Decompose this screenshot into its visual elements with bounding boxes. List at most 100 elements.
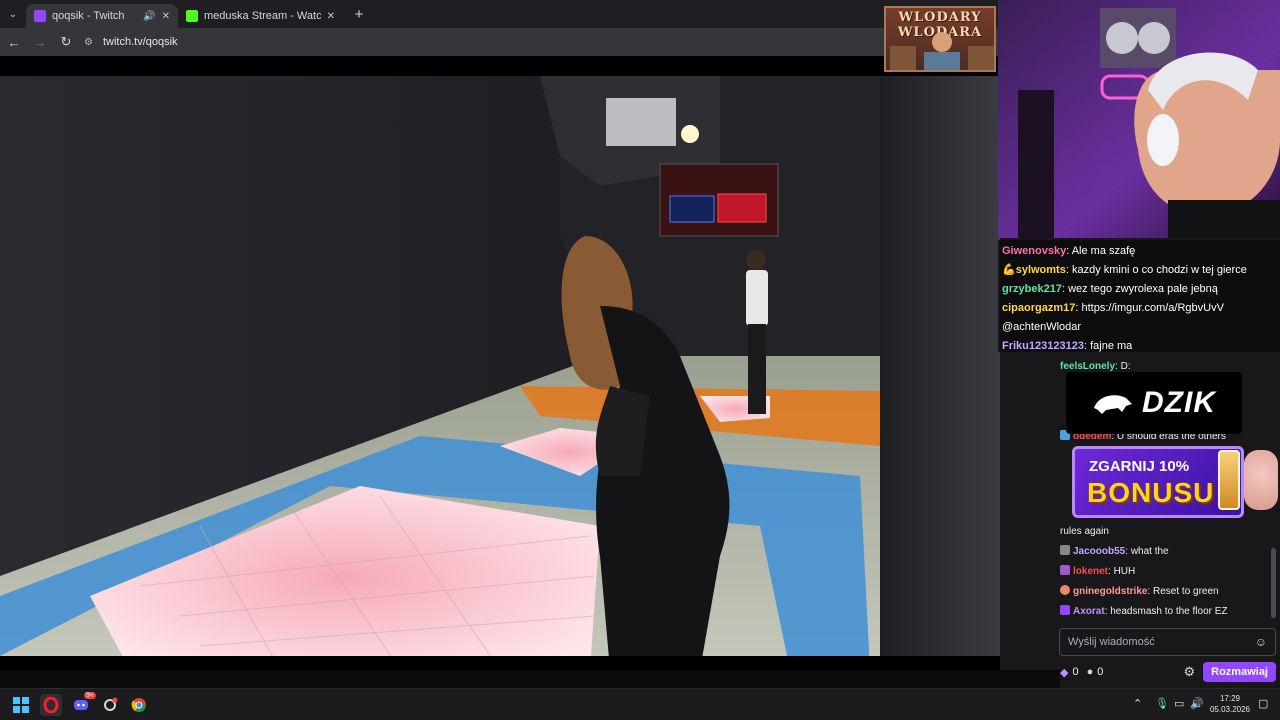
ceiling-vent [606, 98, 676, 146]
overlay-chat-user: cipaorgazm17 [1002, 302, 1076, 314]
bits-icon: ◆ [1060, 666, 1069, 679]
tab-kick[interactable]: meduska Stream - Watch Live o ✕ [178, 4, 343, 28]
close-tab-icon[interactable]: ✕ [162, 11, 170, 22]
browser-toolbar: ← → ↻ ⚙ twitch.tv/qoqsik [0, 28, 1000, 56]
kick-favicon-icon [186, 10, 198, 22]
network-icon[interactable]: ▭ [1174, 697, 1184, 710]
letterbox-top [0, 56, 1000, 76]
clock-date: 05.03.2026 [1209, 705, 1251, 714]
chat-text: Reset to green [1153, 586, 1219, 597]
site-settings-icon[interactable]: ⚙ [84, 37, 93, 48]
microphone-icon[interactable]: 🎙 [1155, 697, 1169, 710]
overlay-chat-line: Giwenovsky: Ale ma szafę [1002, 245, 1136, 257]
chat-text: headsmash to the floor EZ [1110, 606, 1228, 617]
overlay-chat-text: wez tego zwyrolexa pale jebną [1068, 283, 1218, 295]
chat-settings-gear-icon[interactable]: ⚙ [1183, 664, 1195, 680]
shirt [1168, 200, 1280, 238]
chat-message[interactable]: Jacooob55: what the [1060, 545, 1169, 559]
chrome-icon[interactable] [128, 694, 150, 716]
chat-footer: ◆ 0 ● 0 ⚙ Rozmawiaj [1060, 660, 1276, 684]
chat-username[interactable]: Axorat [1073, 606, 1105, 617]
beer-bottle-icon [1218, 450, 1240, 510]
ceiling-light [681, 125, 699, 143]
tab-title: meduska Stream - Watch Live o [204, 10, 321, 22]
chat-send-button[interactable]: Rozmawiaj [1203, 662, 1276, 682]
chat-text: rules again [1060, 526, 1109, 537]
chat-message[interactable]: Axorat: headsmash to the floor EZ [1060, 605, 1228, 619]
volume-icon[interactable]: 🔊 [1190, 697, 1204, 710]
muscle-emoji-icon: 💪 [1002, 264, 1016, 276]
stream-video[interactable] [0, 56, 1000, 670]
chat-message[interactable]: lokenet: HUH [1060, 565, 1135, 579]
new-tab-button[interactable]: + [347, 2, 371, 26]
chat-username[interactable]: gninegoldstrike [1073, 586, 1147, 597]
chat-text: D: [1120, 361, 1131, 372]
forward-arrow-icon[interactable]: → [28, 30, 52, 54]
overlay-chat-line: 💪sylwomts: kazdy kmini o co chodzi w tej… [1002, 264, 1247, 276]
browser-tabbar: ⌄ qoqsik - Twitch 🔊 ✕ meduska Stream - W… [0, 0, 1000, 28]
screen: ⌄ qoqsik - Twitch 🔊 ✕ meduska Stream - W… [0, 0, 1280, 720]
overlay-chat-user: sylwomts [1015, 264, 1066, 276]
back-arrow-icon[interactable]: ← [2, 30, 26, 54]
player-bottom-strip [0, 670, 1060, 688]
windows-start-icon[interactable] [10, 694, 32, 716]
windows-taskbar: 9+ ⌃ 🎙 ▭ 🔊 17:29 05.03.2026 ▢ [0, 688, 1280, 720]
clock-time: 17:29 [1219, 694, 1241, 703]
chat-username[interactable]: feelsLonely [1060, 361, 1115, 372]
overlay-chat-line: grzybek217: wez tego zwyrolexa pale jebn… [1002, 283, 1218, 295]
overlay-chat-user: grzybek217 [1002, 283, 1062, 295]
overlay-chat-text: @achtenWlodar [1002, 321, 1082, 333]
dzik-banner-text: DZIK [1142, 386, 1216, 419]
tab-title: qoqsik - Twitch [52, 10, 125, 22]
settings-app-icon[interactable] [99, 694, 121, 716]
tray-chevron-up-icon[interactable]: ⌃ [1133, 697, 1142, 710]
letterbox-bottom [0, 656, 1000, 670]
channel-points-b[interactable]: ● 0 [1087, 666, 1104, 678]
sub-badge-icon [1060, 605, 1070, 615]
overlay-chat-text: fajne ma [1090, 340, 1133, 352]
overlay-chat-text: https://imgur.com/a/RgbvUvV [1081, 302, 1224, 314]
dzik-sponsor-banner[interactable]: DZIK [1066, 372, 1242, 434]
url-text: twitch.tv/qoqsik [102, 36, 178, 48]
chat-input-placeholder: Wyślij wiadomość [1068, 636, 1155, 648]
chair [1018, 90, 1054, 238]
overlay-chat-text: kazdy kmini o co chodzi w tej gierce [1071, 264, 1247, 276]
webcam-image [998, 0, 1280, 238]
chat-username[interactable]: lokenet [1073, 566, 1108, 577]
channel-points-icon: ● [1086, 666, 1094, 678]
scoreboard-red [717, 193, 767, 223]
scoreboard-blue [669, 195, 715, 223]
emoji-picker-icon[interactable]: ☺ [1255, 635, 1267, 649]
close-tab-icon[interactable]: ✕ [327, 11, 335, 22]
chat-message[interactable]: rules again [1060, 525, 1109, 539]
headset-earcup [1147, 114, 1179, 166]
speaker-icon[interactable]: 🔊 [143, 11, 155, 22]
sub-badge-icon [1060, 565, 1070, 575]
overlay-chat-line: cipaorgazm17: https://imgur.com/a/RgbvUv… [1002, 302, 1224, 314]
chat-message[interactable]: gninegoldstrike: Reset to green [1060, 585, 1219, 599]
discord-icon[interactable]: 9+ [70, 692, 96, 716]
mascot-icon [1244, 450, 1278, 510]
taskbar-clock[interactable]: 17:29 05.03.2026 [1206, 693, 1254, 715]
overlay-chat-text: Ale ma szafę [1071, 245, 1136, 257]
person-back [746, 250, 768, 414]
chat-message-input[interactable]: Wyślij wiadomość ☺ [1059, 628, 1276, 656]
channel-points-a[interactable]: ◆ 0 [1060, 666, 1079, 679]
points-a-value: 0 [1072, 666, 1079, 678]
address-bar[interactable]: ⚙ twitch.tv/qoqsik [84, 31, 880, 53]
webcam-feed [998, 0, 1280, 238]
opera-browser-icon[interactable] [40, 694, 62, 716]
chat-username[interactable]: Jacooob55 [1073, 546, 1125, 557]
badge-figure [890, 32, 994, 70]
chat-scrollbar[interactable] [1271, 548, 1276, 618]
points-b-value: 0 [1097, 666, 1104, 678]
chat-text: what the [1130, 546, 1169, 557]
reload-icon[interactable]: ↻ [54, 30, 78, 54]
overlay-chat-user: Giwenovsky [1002, 245, 1067, 257]
tab-twitch[interactable]: qoqsik - Twitch 🔊 ✕ [26, 4, 178, 28]
notification-bell-icon[interactable]: ▢ [1258, 697, 1268, 710]
bonus-line-2: BONUSU [1087, 477, 1215, 508]
video-frame [0, 56, 1000, 670]
tab-search-chevron-icon[interactable]: ⌄ [0, 0, 26, 28]
overlay-chat-box: Giwenovsky: Ale ma szafę 💪sylwomts: kazd… [998, 240, 1280, 352]
